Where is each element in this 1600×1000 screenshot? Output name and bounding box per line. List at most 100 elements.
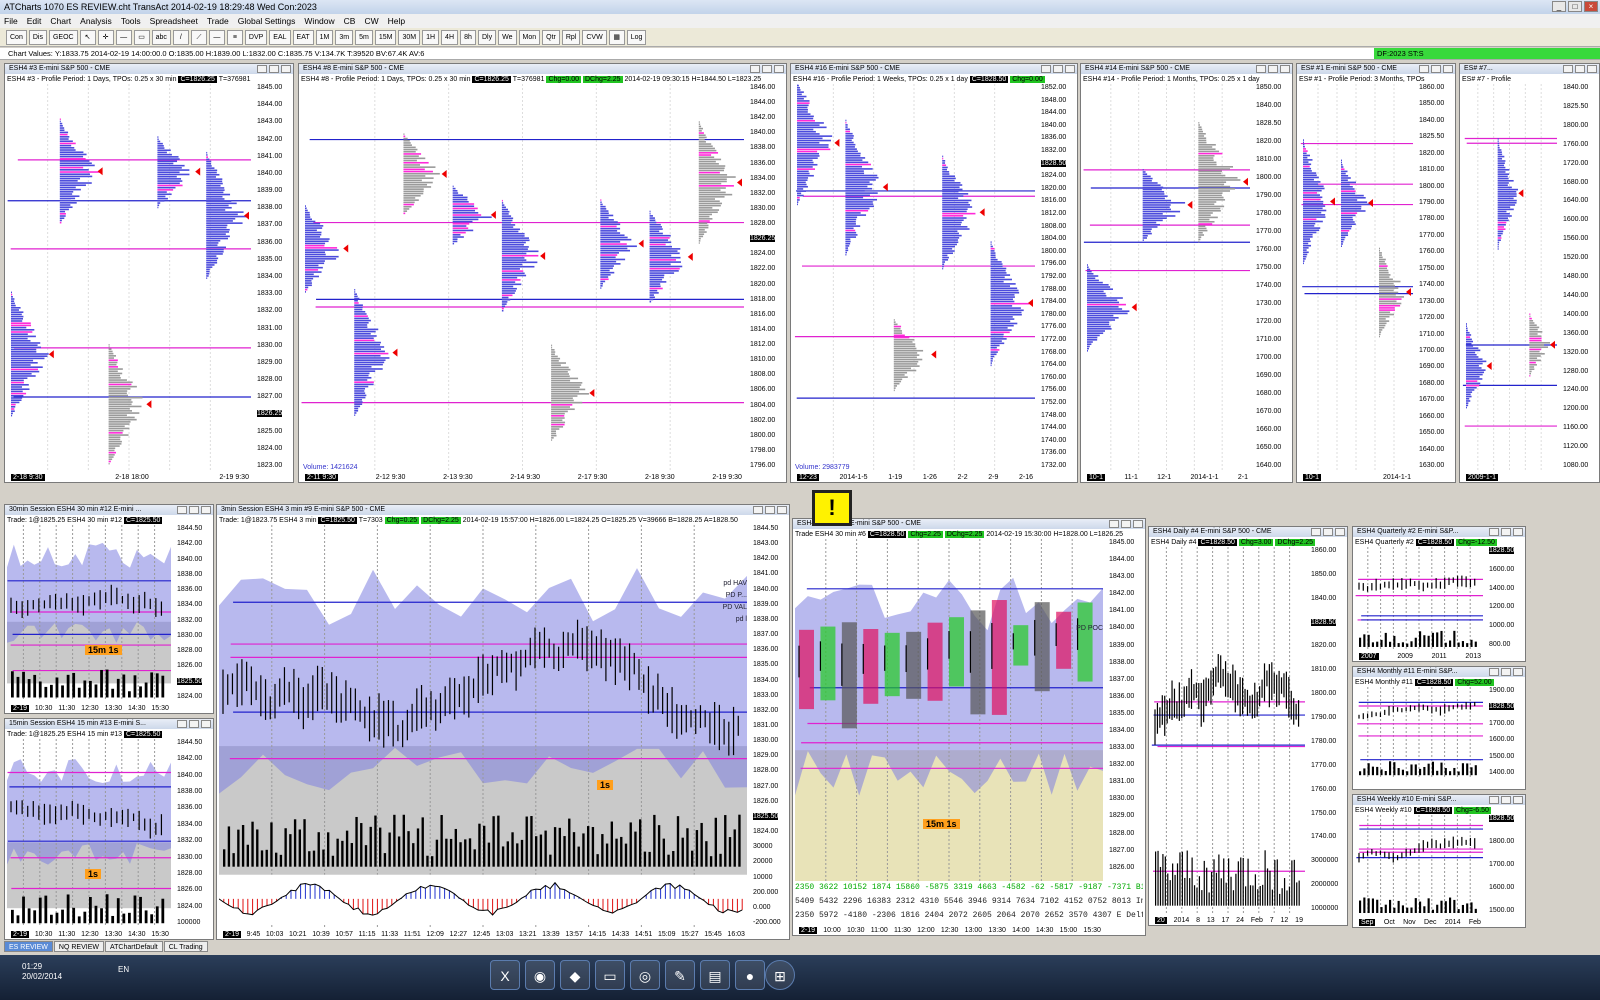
panel-close-icon[interactable] (774, 65, 784, 73)
crosshair-icon[interactable]: ✛ (97, 29, 114, 45)
chart-plot-area[interactable] (1355, 815, 1483, 915)
toolbar-quarterly-button[interactable]: Qtr (542, 29, 560, 45)
menu-cw[interactable]: CW (364, 16, 378, 26)
panel-close-icon[interactable] (201, 506, 211, 514)
time-axis[interactable]: 2007 2009 2011 2013 (1355, 651, 1485, 661)
panel-title-bar[interactable]: ESH4 #3 E-mini S&P 500 - CME (5, 64, 293, 74)
panel-minimize-icon[interactable] (1256, 65, 1266, 73)
chart-plot-area[interactable] (1151, 547, 1305, 913)
toolbar-30m-button[interactable]: 30M (398, 29, 421, 45)
price-axis[interactable]: 1840.00 1825.50 1800.00 1760.00 1720.00 1680.… (1559, 84, 1599, 472)
panel-title-bar[interactable]: ESH4 #16 E-mini S&P 500 - CME (791, 64, 1077, 74)
menu-window[interactable]: Window (304, 16, 334, 26)
panel-maximize-icon[interactable] (1501, 668, 1511, 676)
panel-close-icon[interactable] (1513, 528, 1523, 536)
panel-title-bar[interactable]: 3min Session ESH4 3 min #9 E-mini S&P 50… (217, 505, 789, 515)
panel-title-bar[interactable]: ESH4 #14 E-mini S&P 500 - CME (1081, 64, 1292, 74)
tab-cl-trading[interactable]: CL Trading (163, 941, 208, 952)
time-axis[interactable]: 2-11 9:30 2-12 9:30 2-13 9:30 2-14 9:30 2-17… (301, 472, 746, 482)
panel-close-icon[interactable] (1335, 528, 1345, 536)
panel-title-bar[interactable]: 30min Session ESH4 30 min #12 E-mini ... (5, 505, 213, 515)
panel-title-bar[interactable]: ESH4 Daily #4 E-mini S&P 500 - CME (1149, 527, 1347, 537)
price-axis[interactable]: 1828.50 1800.00 1700.00 1600.00 1500.00 (1485, 815, 1525, 917)
panel-maximize-icon[interactable] (189, 720, 199, 728)
toolbar-eal-button[interactable]: EAL (269, 29, 291, 45)
panel-minimize-icon[interactable] (1563, 65, 1573, 73)
panel-minimize-icon[interactable] (257, 65, 267, 73)
chart-plot-area[interactable] (1083, 84, 1250, 470)
price-axis[interactable]: 1852.00 1848.00 1844.00 1840.00 1836.00 1832.… (1037, 84, 1077, 472)
time-axis[interactable]: 10-1 2014-1-1 (1299, 472, 1415, 482)
toolbar-cvw-button[interactable]: CVW (582, 29, 607, 45)
panel-title-bar[interactable]: ESH4 Quarterly #2 E-mini S&P... (1353, 527, 1525, 537)
toolbar-con-button[interactable]: Con (6, 29, 27, 45)
toolbar-8h-button[interactable]: 8h (460, 29, 476, 45)
toolbar-replay-button[interactable]: Rpl (561, 29, 581, 45)
price-axis[interactable]: 1844.50 1843.00 1842.00 1841.00 1840.00 1839.… (749, 525, 789, 929)
price-axis[interactable]: 1845.00 1844.00 1843.00 1842.00 1841.00 1840.… (253, 84, 293, 472)
panel-maximize-icon[interactable] (189, 506, 199, 514)
panel-title-bar[interactable]: ESH4 Monthly #11 E-mini S&P... (1353, 667, 1525, 677)
panel-maximize-icon[interactable] (1575, 65, 1585, 73)
toolbar-5m-button[interactable]: 5m (355, 29, 373, 45)
panel-close-icon[interactable] (1280, 65, 1290, 73)
panel-close-icon[interactable] (1513, 796, 1523, 804)
panel-maximize-icon[interactable] (765, 506, 775, 514)
time-axis[interactable]: 2-19 10:30 11:30 12:30 13:30 14:30 15:30 (7, 929, 173, 939)
panel-title-bar[interactable]: 15min Session ESH4 15 min #13 E-mini S..… (5, 719, 213, 729)
rectangle-icon[interactable]: ▭ (133, 29, 150, 45)
panel-minimize-icon[interactable] (753, 506, 763, 514)
menu-help[interactable]: Help (388, 16, 405, 26)
trendline-icon[interactable]: / (172, 29, 189, 45)
toolbar-3m-button[interactable]: 3m (335, 29, 354, 45)
panel-close-icon[interactable] (1133, 520, 1143, 528)
panel-close-icon[interactable] (777, 506, 787, 514)
chart-panel-p14[interactable]: ESH4 #14 E-mini S&P 500 - CME ESH4 #14 - … (1080, 63, 1293, 483)
panel-title-bar[interactable]: ES# #1 E-mini S&P 500 - CME (1297, 64, 1455, 74)
chart-plot-area[interactable] (301, 84, 744, 470)
panel-close-icon[interactable] (1513, 668, 1523, 676)
chart-plot-area[interactable] (7, 739, 171, 927)
panel-minimize-icon[interactable] (177, 506, 187, 514)
chart-panel-p16[interactable]: ESH4 #16 E-mini S&P 500 - CME ESH4 #16 - … (790, 63, 1078, 483)
panel-maximize-icon[interactable] (1268, 65, 1278, 73)
chart-plot-area[interactable] (1355, 547, 1483, 649)
panel-minimize-icon[interactable] (1109, 520, 1119, 528)
tab-atchartdefault[interactable]: ATChartDefault (104, 941, 163, 952)
menu-analysis[interactable]: Analysis (80, 16, 112, 26)
panel-close-icon[interactable] (1065, 65, 1075, 73)
menu-chart[interactable]: Chart (50, 16, 71, 26)
menu-global-settings[interactable]: Global Settings (238, 16, 296, 26)
chart-plot-area[interactable] (1299, 84, 1413, 470)
tool-icon[interactable]: ✎ (665, 960, 695, 990)
chart-panel-p10[interactable]: ESH4 Weekly #10 E-mini S&P... ESH4 Weekly… (1352, 794, 1526, 928)
toolbar-15m-button[interactable]: 15M (374, 29, 397, 45)
chart-plot-area[interactable] (795, 539, 1103, 923)
price-axis[interactable]: 1860.00 1850.00 1840.00 1825.50 1820.00 1810.… (1415, 84, 1455, 472)
atcharts-icon[interactable]: ◆ (560, 960, 590, 990)
panel-maximize-icon[interactable] (1431, 65, 1441, 73)
chrome-icon[interactable]: ◎ (630, 960, 660, 990)
chart-panel-p3[interactable]: ESH4 #3 E-mini S&P 500 - CME ESH4 #3 - Pr… (4, 63, 294, 483)
chart-plot-area[interactable] (7, 84, 251, 470)
time-axis[interactable]: 12-23 2014-1-5 1-19 1-26 2-2 2-9 2-16 (793, 472, 1037, 482)
chart-panel-p8[interactable]: ESH4 #8 E-mini S&P 500 - CME ESH4 #8 - Pr… (298, 63, 787, 483)
menu-cb[interactable]: CB (344, 16, 356, 26)
extended-line-icon[interactable]: — (208, 29, 225, 45)
time-axis[interactable] (1355, 779, 1485, 789)
start-icon[interactable]: ⊞ (765, 960, 795, 990)
panel-minimize-icon[interactable] (1311, 528, 1321, 536)
chart-panel-p7[interactable]: ES# #7... ES# #7 - Profile 1840.00 1825.50… (1459, 63, 1600, 483)
panel-maximize-icon[interactable] (1053, 65, 1063, 73)
chart-plot-area[interactable] (219, 525, 747, 927)
menu-tools[interactable]: Tools (121, 16, 141, 26)
toolbar-monthly-button[interactable]: Mon (518, 29, 541, 45)
panel-maximize-icon[interactable] (1323, 528, 1333, 536)
panel-minimize-icon[interactable] (1041, 65, 1051, 73)
hline-icon[interactable]: — (115, 29, 132, 45)
panel-close-icon[interactable] (201, 720, 211, 728)
chart-panel-p9[interactable]: 3min Session ESH4 3 min #9 E-mini S&P 50… (216, 504, 790, 940)
menu-edit[interactable]: Edit (27, 16, 42, 26)
panel-maximize-icon[interactable] (1121, 520, 1131, 528)
panel-minimize-icon[interactable] (177, 720, 187, 728)
